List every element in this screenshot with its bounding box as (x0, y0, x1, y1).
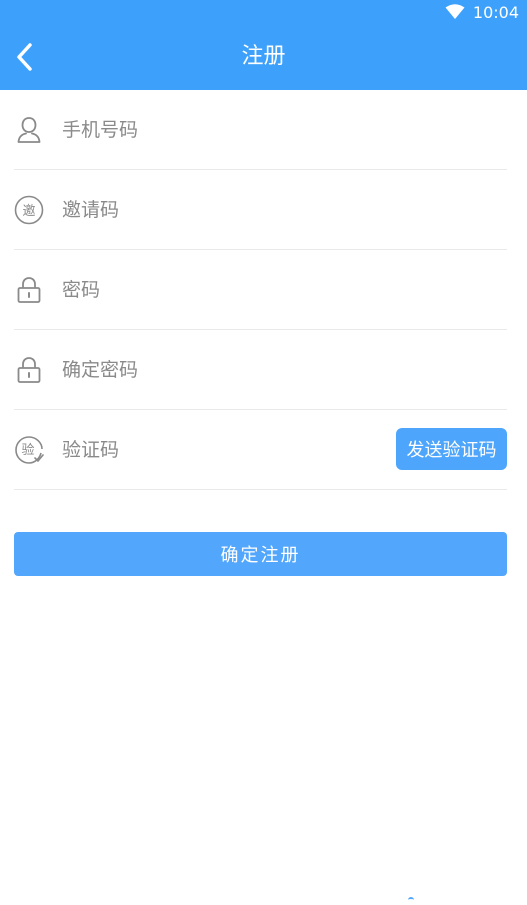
status-bar: 10:04 (0, 0, 527, 24)
chevron-left-icon (17, 43, 32, 71)
password-row (14, 250, 507, 330)
invite-code-input[interactable] (62, 189, 507, 230)
verify-icon: 验 (14, 435, 44, 465)
invite-row: 邀 (14, 170, 507, 250)
wifi-icon (445, 4, 465, 19)
verify-icon-glyph: 验 (21, 442, 34, 458)
page-title: 注册 (241, 44, 286, 69)
back-button[interactable] (8, 39, 40, 75)
confirm-password-input[interactable] (62, 349, 507, 390)
lock-icon (14, 355, 44, 385)
user-icon (14, 115, 44, 145)
send-code-button[interactable]: 发送验证码 (396, 428, 507, 470)
nav-bar: 注册 (0, 24, 527, 90)
password-input[interactable] (62, 269, 507, 310)
status-time: 10:04 (472, 2, 519, 22)
invite-icon: 邀 (14, 195, 44, 225)
register-form: 邀 验 (0, 90, 527, 490)
scroll-edge-indicator (408, 897, 414, 905)
submit-register-button[interactable]: 确定注册 (14, 532, 507, 576)
lock-icon (14, 275, 44, 305)
phone-input[interactable] (62, 109, 507, 150)
status-right: 10:04 (445, 2, 519, 22)
confirm-password-row (14, 330, 507, 410)
phone-row (14, 90, 507, 170)
verify-code-row: 验 发送验证码 (14, 410, 507, 490)
invite-icon-glyph: 邀 (22, 204, 35, 219)
